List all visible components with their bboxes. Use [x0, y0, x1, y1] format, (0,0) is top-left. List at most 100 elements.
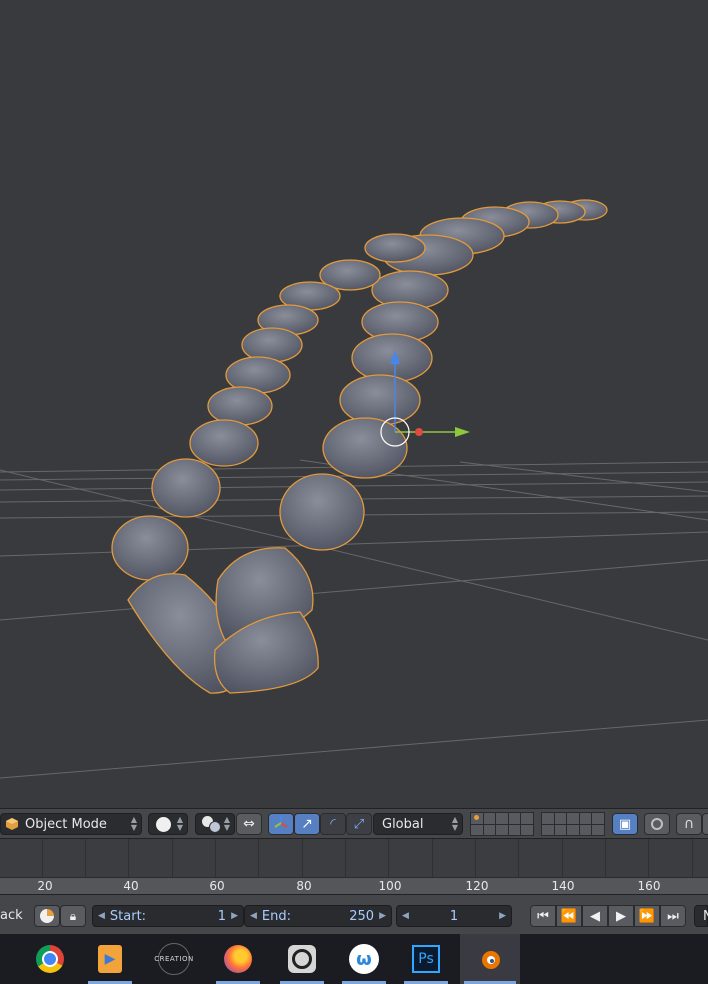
- manipulator-toggle-button[interactable]: ⇔: [236, 813, 262, 835]
- frame-tick: 40: [123, 879, 139, 893]
- os-taskbar: ▶ CREATION ω Ps: [0, 934, 708, 984]
- play-icon: ▶: [616, 908, 626, 924]
- creation-icon: CREATION: [154, 943, 193, 975]
- current-frame-field[interactable]: ◀ 1 ▶: [396, 905, 512, 927]
- updown-icon: ▲ ▼: [223, 815, 230, 832]
- frame-tick: 120: [465, 879, 489, 893]
- chrome-icon: [36, 945, 64, 973]
- end-frame-field[interactable]: ◀ End: 250 ▶: [244, 905, 392, 927]
- lock-icon: 🔒︎: [69, 908, 77, 923]
- layer-dot-icon: [474, 815, 479, 820]
- 3d-viewport[interactable]: [0, 0, 708, 808]
- layer-grid-1[interactable]: [470, 812, 534, 836]
- lock-button[interactable]: 🔒︎: [60, 905, 86, 927]
- translate-manipulator-button[interactable]: [268, 813, 294, 835]
- decrement-arrow-icon[interactable]: ◀: [245, 911, 262, 921]
- lock-camera-layers-button[interactable]: ▣: [612, 813, 638, 835]
- viewport-scene: [0, 199, 708, 779]
- jump-keyframe-forward-button[interactable]: ⏩: [634, 905, 660, 927]
- increment-arrow-icon[interactable]: ▶: [226, 911, 243, 921]
- decrement-arrow-icon[interactable]: ◀: [397, 911, 414, 921]
- jump-keyframe-back-button[interactable]: ⏪: [556, 905, 582, 927]
- start-label: Start:: [109, 908, 147, 924]
- solid-sphere-icon: [156, 816, 171, 832]
- creation-text: CREATION: [154, 955, 194, 963]
- snap-button[interactable]: ∩: [676, 813, 702, 835]
- timeline-header: ack 🔒︎ ◀ Start: 1 ▶ ◀ End: 250 ▶ ◀ 1 ▶ ⏮…: [0, 894, 708, 934]
- move-manipulator-button[interactable]: ↗: [294, 813, 320, 835]
- taskbar-video-player[interactable]: ▶: [84, 934, 136, 984]
- layers-lock-icon: ▣: [618, 816, 632, 832]
- mode-label: Object Mode: [25, 816, 107, 832]
- record-clock-icon: [40, 909, 54, 923]
- end-value: 250: [349, 908, 375, 924]
- firefox-icon: [224, 945, 252, 973]
- play-reverse-icon: ◀: [590, 908, 600, 924]
- timeline-editor[interactable]: 20 40 60 80 100 120 140 160: [0, 838, 708, 895]
- circle-target-icon: [651, 818, 663, 830]
- pivot-icon: [202, 816, 221, 833]
- play-reverse-button[interactable]: ◀: [582, 905, 608, 927]
- wunderlist-icon: ω: [349, 944, 379, 974]
- taskbar-photoshop[interactable]: Ps: [400, 934, 452, 984]
- playback-menu-label[interactable]: ack: [0, 908, 23, 923]
- viewport-shading-selector[interactable]: ▲ ▼: [148, 813, 188, 835]
- taskbar-blender[interactable]: [460, 934, 520, 984]
- play-button[interactable]: ▶: [608, 905, 634, 927]
- current-frame-value: 1: [449, 908, 459, 924]
- frame-tick: 140: [551, 879, 575, 893]
- magnet-icon: ∩: [683, 816, 695, 832]
- viewport-header: Object Mode ▲ ▼ ▲ ▼ ▲ ▼ ⇔ ↗ ◜ ⤢ Global ▲ ▼: [0, 808, 708, 838]
- proportional-editing-button[interactable]: [644, 813, 670, 835]
- scale-icon: ⤢: [353, 816, 365, 832]
- fast-forward-icon: ⏩: [638, 908, 656, 924]
- blender-icon: [476, 945, 504, 973]
- updown-icon: ▲ ▼: [176, 815, 183, 832]
- app-icon: [288, 945, 316, 973]
- scale-manipulator-button[interactable]: ⤢: [346, 813, 372, 835]
- taskbar-wunderlist[interactable]: ω: [338, 934, 390, 984]
- taskbar-app[interactable]: [276, 934, 328, 984]
- move-arrows-icon: ⇔: [243, 816, 255, 832]
- frame-tick: 20: [37, 879, 53, 893]
- taskbar-chrome[interactable]: [24, 934, 76, 984]
- frame-ruler[interactable]: 20 40 60 80 100 120 140 160: [0, 877, 708, 895]
- frame-tick: 80: [296, 879, 312, 893]
- decrement-arrow-icon[interactable]: ◀: [93, 911, 110, 921]
- pivot-point-selector[interactable]: ▲ ▼: [195, 813, 235, 835]
- jump-end-button[interactable]: ⏭: [660, 905, 686, 927]
- orientation-selector[interactable]: Global ▲ ▼: [373, 813, 463, 835]
- taskbar-firefox[interactable]: [212, 934, 264, 984]
- orientation-label: Global: [382, 816, 424, 832]
- frame-tick: 100: [378, 879, 402, 893]
- jump-start-icon: ⏮: [537, 908, 549, 924]
- sync-selector[interactable]: N: [694, 905, 708, 927]
- sync-label: N: [703, 908, 708, 924]
- start-frame-field[interactable]: ◀ Start: 1 ▶: [92, 905, 244, 927]
- updown-icon: ▲ ▼: [130, 815, 137, 832]
- updown-icon: ▲ ▼: [451, 815, 458, 832]
- increment-arrow-icon[interactable]: ▶: [494, 911, 511, 921]
- layer-grid-2[interactable]: [541, 812, 605, 836]
- photoshop-icon: Ps: [412, 945, 440, 973]
- video-player-icon: ▶: [98, 945, 122, 973]
- axes-icon: [273, 814, 289, 834]
- selected-object: [111, 199, 608, 694]
- start-value: 1: [217, 908, 227, 924]
- ps-text: Ps: [418, 951, 434, 967]
- increment-arrow-icon[interactable]: ▶: [374, 911, 391, 921]
- rotate-manipulator-button[interactable]: ◜: [320, 813, 346, 835]
- keying-set-button[interactable]: [34, 905, 60, 927]
- end-label: End:: [261, 908, 292, 924]
- frame-tick: 160: [637, 879, 661, 893]
- rotate-arc-icon: ◜: [330, 816, 336, 832]
- snap-element-button[interactable]: [702, 813, 708, 835]
- arrow-icon: ↗: [301, 816, 313, 832]
- mode-selector[interactable]: Object Mode ▲ ▼: [0, 813, 142, 835]
- cube-icon: [4, 816, 20, 832]
- frame-tick: 60: [209, 879, 225, 893]
- jump-start-button[interactable]: ⏮: [530, 905, 556, 927]
- taskbar-creation-kit[interactable]: CREATION: [148, 934, 200, 984]
- jump-end-icon: ⏭: [667, 908, 679, 924]
- rewind-icon: ⏪: [560, 908, 578, 924]
